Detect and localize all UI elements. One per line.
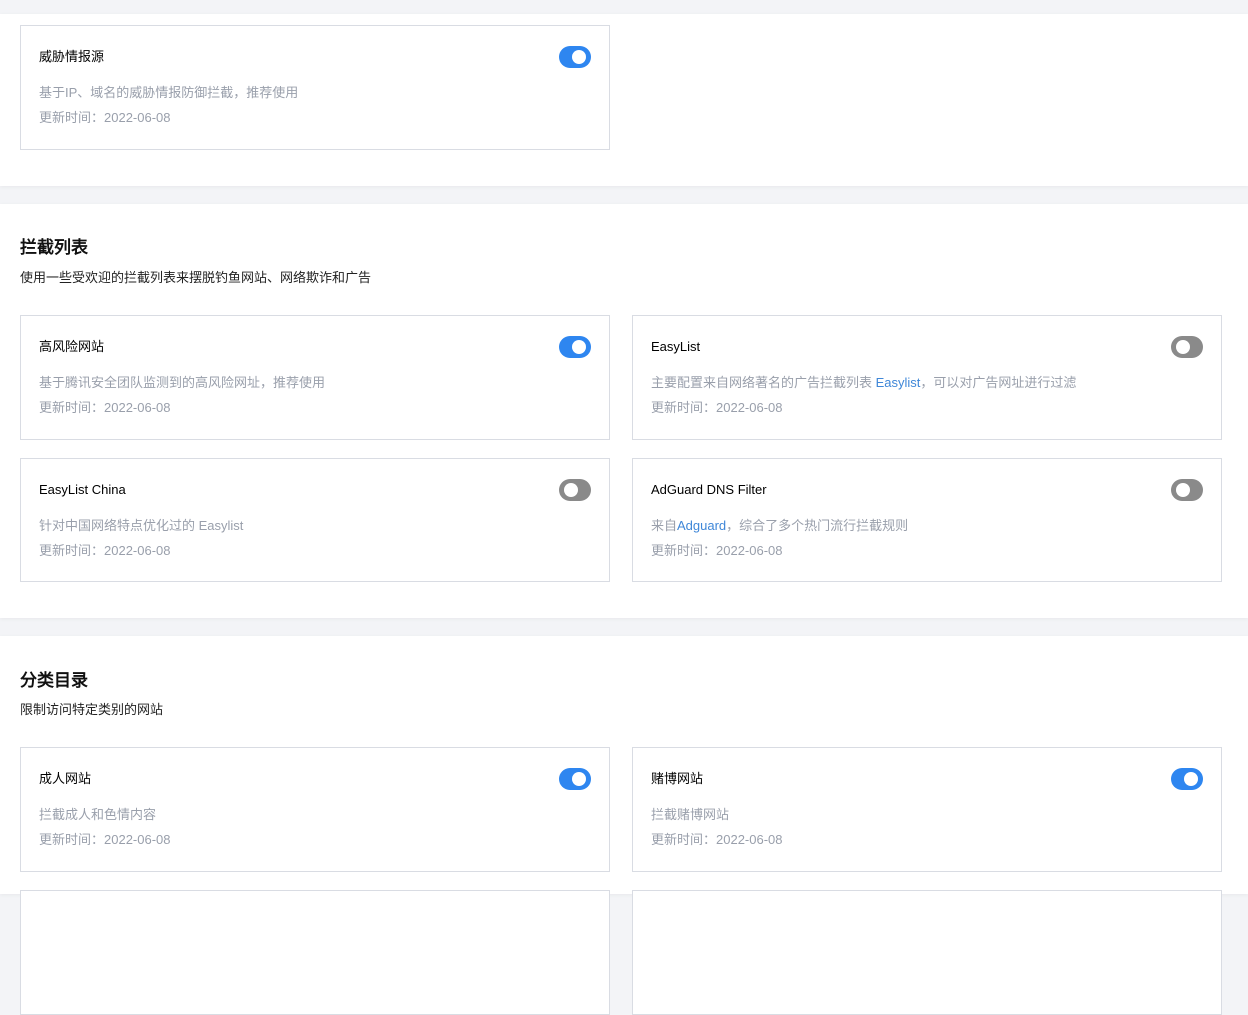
card-description: 拦截成人和色情内容 (39, 807, 157, 822)
card-description: 主要配置来自网络著名的广告拦截列表 Easylist，可以对广告网址进行过滤 (651, 374, 1076, 392)
toggle-switch[interactable] (1171, 768, 1203, 790)
card-title: 成人网站 (39, 771, 92, 786)
category-panel: 分类目录 限制访问特定类别的网站 成人网站 拦截成人和色情内容 更新时间：202… (0, 636, 1248, 1015)
adguard-link[interactable]: Adguard (677, 518, 726, 533)
card-update-time: 更新时间：2022-06-08 (39, 400, 171, 415)
card-title: AdGuard DNS Filter (651, 482, 767, 497)
card-update-time: 更新时间：2022-06-08 (39, 110, 171, 125)
card-adguard-dns-filter: AdGuard DNS Filter 来自Adguard，综合了多个热门流行拦截… (632, 458, 1222, 582)
card-easylist: EasyList 主要配置来自网络著名的广告拦截列表 Easylist，可以对广… (632, 315, 1222, 440)
card-update-time: 更新时间：2022-06-08 (651, 543, 783, 558)
card-partial (20, 890, 610, 1015)
toggle-knob (572, 340, 586, 354)
section-subtitle: 限制访问特定类别的网站 (20, 702, 164, 717)
desc-text: ，综合了多个热门流行拦截规则 (726, 518, 909, 533)
toggle-knob (564, 483, 578, 497)
toggle-switch[interactable] (559, 768, 591, 790)
card-threat-intel: 威胁情报源 基于IP、域名的威胁情报防御拦截，推荐使用 更新时间：2022-06… (20, 25, 610, 150)
card-description: 拦截赌博网站 (651, 807, 730, 822)
toggle-knob (1176, 340, 1190, 354)
card-gambling-sites: 赌博网站 拦截赌博网站 更新时间：2022-06-08 (632, 747, 1222, 872)
card-title: 赌博网站 (651, 771, 704, 786)
section-title: 分类目录 (20, 671, 88, 690)
card-easylist-china: EasyList China 针对中国网络特点优化过的 Easylist 更新时… (20, 458, 610, 582)
card-description: 针对中国网络特点优化过的 Easylist (39, 518, 244, 533)
desc-text: ，可以对广告网址进行过滤 (920, 375, 1077, 390)
card-description: 基于IP、域名的威胁情报防御拦截，推荐使用 (39, 85, 299, 100)
card-adult-sites: 成人网站 拦截成人和色情内容 更新时间：2022-06-08 (20, 747, 610, 872)
card-update-time: 更新时间：2022-06-08 (651, 400, 783, 415)
toggle-switch[interactable] (559, 46, 591, 68)
toggle-knob (1184, 772, 1198, 786)
toggle-switch[interactable] (559, 336, 591, 358)
desc-text: 来自 (651, 518, 678, 533)
desc-text: 主要配置来自网络著名的广告拦截列表 (651, 375, 876, 390)
blocklist-panel: 拦截列表 使用一些受欢迎的拦截列表来摆脱钓鱼网站、网络欺诈和广告 高风险网站 基… (0, 204, 1248, 618)
toggle-knob (572, 50, 586, 64)
section-subtitle: 使用一些受欢迎的拦截列表来摆脱钓鱼网站、网络欺诈和广告 (20, 270, 372, 285)
card-description: 基于腾讯安全团队监测到的高风险网址，推荐使用 (39, 375, 326, 390)
card-partial (632, 890, 1222, 1015)
toggle-switch[interactable] (1171, 479, 1203, 501)
card-title: 高风险网站 (39, 339, 105, 354)
easylist-link[interactable]: Easylist (876, 375, 921, 390)
card-update-time: 更新时间：2022-06-08 (39, 543, 171, 558)
threat-intel-panel: 威胁情报源 基于IP、域名的威胁情报防御拦截，推荐使用 更新时间：2022-06… (0, 14, 1248, 186)
card-update-time: 更新时间：2022-06-08 (651, 832, 783, 847)
card-update-time: 更新时间：2022-06-08 (39, 832, 171, 847)
card-description: 来自Adguard，综合了多个热门流行拦截规则 (651, 517, 908, 535)
card-title: EasyList (651, 339, 701, 354)
card-high-risk-sites: 高风险网站 基于腾讯安全团队监测到的高风险网址，推荐使用 更新时间：2022-0… (20, 315, 610, 440)
card-title: 威胁情报源 (39, 49, 105, 64)
toggle-switch[interactable] (559, 479, 591, 501)
toggle-knob (1176, 483, 1190, 497)
toggle-switch[interactable] (1171, 336, 1203, 358)
toggle-knob (572, 772, 586, 786)
card-title: EasyList China (39, 482, 126, 497)
section-title: 拦截列表 (20, 238, 88, 257)
